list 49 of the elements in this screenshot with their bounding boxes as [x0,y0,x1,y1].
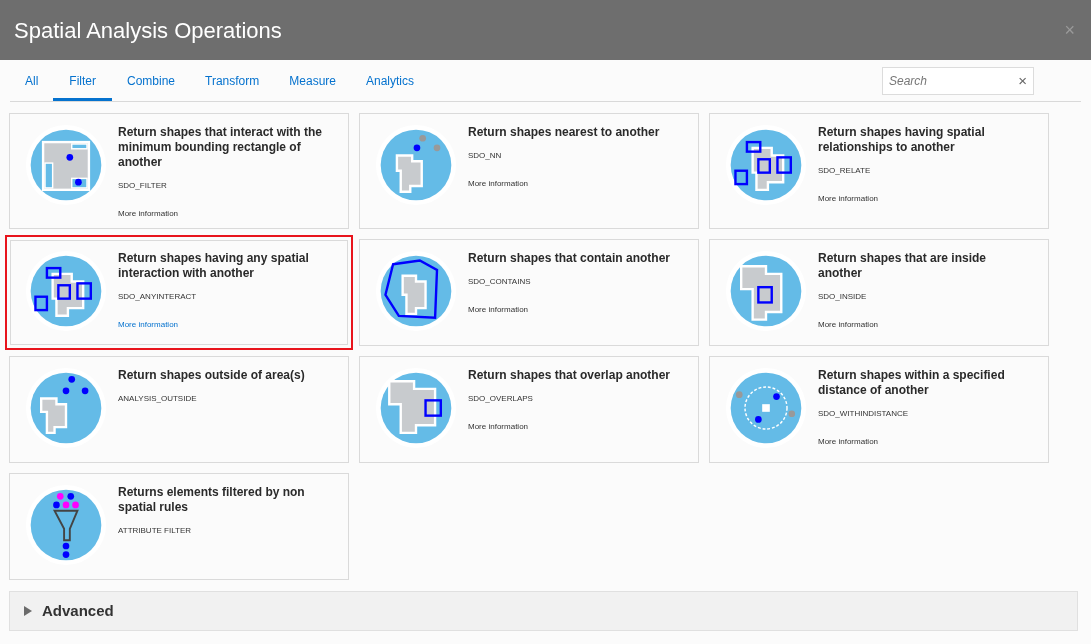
operation-card[interactable]: Return shapes nearest to another SDO_NN More information [359,113,699,229]
tab[interactable]: Analytics [350,60,429,101]
operation-code: SDO_FILTER [118,180,168,192]
operation-card[interactable]: Return shapes that contain another SDO_CONTAINS More information [359,239,699,346]
operation-code: SDO_RELATE [818,165,872,177]
operation-title: Returns elements filtered by non spatial rules [118,485,306,515]
operation-title: Return shapes nearest to another [468,125,661,140]
operation-card[interactable]: Returns elements filtered by non spatial rules ATTRIBUTE FILTER [9,473,349,580]
more-information-link[interactable]: More information [468,421,678,433]
operation-card[interactable]: Return shapes that overlap another SDO_OVERLAPS More information [359,356,699,463]
advanced-section-header[interactable]: Advanced [9,591,1078,631]
operation-code: ANALYSIS_OUTSIDE [118,393,198,405]
more-information-link[interactable]: More information [818,436,1028,448]
dialog-title: Spatial Analysis Operations [14,16,282,45]
operation-code: SDO_ANYINTERACT [118,291,198,303]
operation-card[interactable]: Return shapes having any spatial interaction with another SDO_ANYINTERACT More information [5,235,353,350]
more-information-link[interactable]: More information [818,193,1028,205]
tab[interactable]: Measure [274,60,351,101]
expand-triangle-icon [24,606,32,616]
more-information-link[interactable]: More information [468,304,678,316]
tab[interactable]: Filter [53,60,112,101]
operation-title: Return shapes having any spatial interaction with another [118,251,310,281]
operation-title: Return shapes that are inside another [818,251,988,281]
more-information-link[interactable]: More information [818,319,1028,331]
search-field[interactable]: Search × [882,66,1034,95]
operation-card[interactable]: Return shapes having spatial relationships to another SDO_RELATE More information [709,113,1049,229]
operation-title: Return shapes within a specified distance of another [818,368,1006,398]
tab[interactable]: Transform [190,60,275,101]
operation-code: SDO_NN [468,150,503,162]
more-information-link[interactable]: More information [468,178,678,190]
more-information-link[interactable]: More information [118,208,328,220]
tab[interactable]: All [10,60,54,101]
operation-card[interactable]: Return shapes within a specified distance of another SDO_WITHINDISTANCE More information [709,356,1049,463]
more-information-link[interactable]: More information [118,319,328,331]
tab[interactable]: Combine [112,60,191,101]
operation-code: SDO_OVERLAPS [468,393,534,405]
operation-card[interactable]: Return shapes that are inside another SDO_INSIDE More information [709,239,1049,346]
operation-card[interactable]: Return shapes outside of area(s) ANALYSIS_OUTSIDE [9,356,349,463]
clear-search-button[interactable]: × [1018,73,1027,88]
operation-code: SDO_CONTAINS [468,276,532,288]
operation-code: SDO_INSIDE [818,291,868,303]
operation-title: Return shapes that interact with the minimum bounding rectangle of another [118,125,324,170]
operation-title: Return shapes that contain another [468,251,672,266]
operation-title: Return shapes that overlap another [468,368,672,383]
operation-code: ATTRIBUTE FILTER [118,525,193,537]
operation-title: Return shapes having spatial relationships to another [818,125,986,155]
operation-title: Return shapes outside of area(s) [118,368,306,383]
operation-code: SDO_WITHINDISTANCE [818,408,910,420]
operation-card[interactable]: Return shapes that interact with the minimum bounding rectangle of another SDO_FILTER More information [9,113,349,229]
